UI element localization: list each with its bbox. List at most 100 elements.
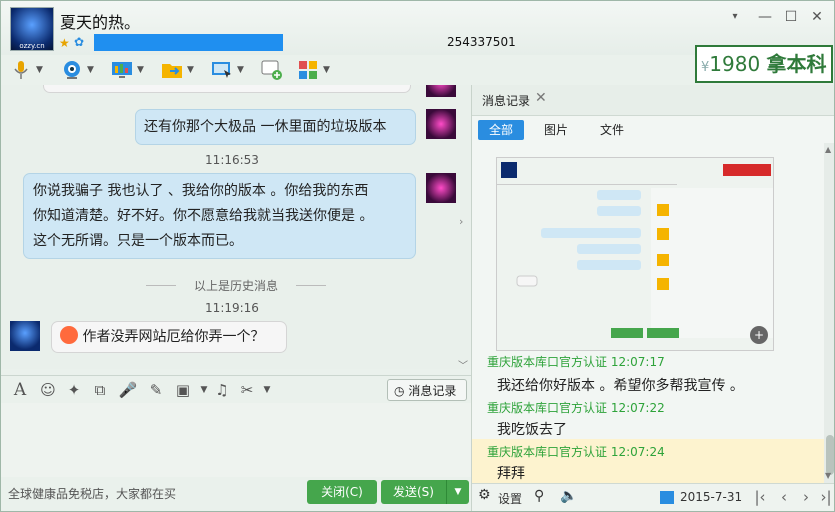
my-avatar[interactable] <box>426 109 456 139</box>
sender-name: 重庆版本库口官方认证 <box>487 355 608 369</box>
record-text: 我吃饭去了 <box>497 422 567 438</box>
chat-history[interactable]: 还有你那个大极品 一休里面的垃圾版本 11:16:53 你说我骗子 我也认了 、… <box>1 85 471 369</box>
first-page-icon[interactable]: |‹ <box>750 488 770 506</box>
footer-ad[interactable]: 全球健康品免税店，大家都在买 <box>8 485 176 502</box>
record-footer: ⚙ 设置 ⚲ 🔈 2015-7-31 |‹ ‹ › ›| <box>472 483 834 511</box>
contact-avatar[interactable]: ozzy.cn <box>10 7 54 51</box>
input-toolbar: A ☺ ✦ ⧉ 🎤 ✎ ▣ ▼ ♫ ✂ ▼ ◷ 消息记录 ▼ <box>1 375 471 419</box>
close-button[interactable]: 关闭(C) <box>307 480 377 504</box>
chevron-down-icon: ▼ <box>137 65 144 75</box>
record-date[interactable]: 2015-7-31 <box>680 490 742 504</box>
promo-number: 1980 <box>709 52 761 76</box>
maximize-icon[interactable]: ☐ <box>779 7 803 27</box>
chevron-down-icon[interactable]: ▼ <box>194 380 214 400</box>
promo-banner[interactable]: ¥1980 拿本科 <box>695 45 833 83</box>
record-tab[interactable]: 消息记录 ✕ <box>472 85 834 116</box>
record-sender: 重庆版本库口官方认证 12:07:22 <box>487 399 665 416</box>
close-icon[interactable]: ✕ <box>805 7 829 27</box>
scroll-up-icon[interactable]: ▲ <box>825 145 831 154</box>
record-filters: 全部 图片 文件 <box>472 117 834 143</box>
chat-bubble-right: 还有你那个大极品 一休里面的垃圾版本 <box>135 109 416 145</box>
contact-nickname: 夏天的热。 <box>60 13 141 32</box>
message-record-button[interactable]: ◷ 消息记录 ▼ <box>387 379 467 419</box>
contact-avatar-small[interactable] <box>10 321 40 351</box>
edit-icon[interactable]: ✎ <box>146 380 166 400</box>
sender-time: 12:07:22 <box>610 401 665 415</box>
image-icon[interactable]: ▣ <box>173 380 193 400</box>
my-avatar[interactable] <box>426 173 456 203</box>
qq-number: 254337501 <box>447 35 516 49</box>
bubble-text: 作者没弄网站厄给你弄一个？ <box>82 329 265 345</box>
record-list[interactable]: + 重庆版本库口官方认证 12:07:17 我还给你好版本 。希望你多帮我宣传 … <box>472 143 824 483</box>
remote-assist-button[interactable]: ▼ <box>211 58 244 82</box>
search-icon[interactable]: ⚲ <box>534 488 544 504</box>
video-call-button[interactable]: ▼ <box>61 58 94 82</box>
avatar-caption: ozzy.cn <box>19 42 45 50</box>
send-options-chevron-icon[interactable]: ▼ <box>446 480 469 504</box>
filter-files[interactable]: 文件 <box>592 120 632 140</box>
settings-label[interactable]: 设置 <box>498 490 522 507</box>
microphone-icon <box>10 59 32 81</box>
record-text: 拜拜 <box>497 466 525 482</box>
calendar-icon[interactable] <box>660 491 674 504</box>
send-file-button[interactable]: ▼ <box>161 58 194 82</box>
zoom-icon[interactable]: + <box>750 326 768 344</box>
next-page-icon[interactable]: › <box>796 488 816 506</box>
filter-images[interactable]: 图片 <box>536 120 576 140</box>
screenshot-icon[interactable]: ⧉ <box>90 380 110 400</box>
record-sender: 重庆版本库口官方认证 12:07:24 <box>487 443 665 460</box>
minimize-icon[interactable]: — <box>753 7 777 27</box>
sender-time: 12:07:17 <box>610 355 665 369</box>
record-tab-title: 消息记录 <box>482 94 531 108</box>
chat-bubble-clipped <box>43 85 411 93</box>
remote-desktop-icon <box>211 59 233 81</box>
music-icon[interactable]: ♫ <box>212 380 232 400</box>
chevron-down-icon: ▼ <box>187 65 194 75</box>
bubble-line: 你知道清楚。好不好。你不愿意给我就当我送你便是 。 <box>33 208 374 224</box>
signature-bar <box>94 34 283 51</box>
scroll-down-icon[interactable]: ▼ <box>825 471 831 480</box>
collapse-panel-icon[interactable]: › <box>459 215 471 245</box>
scroll-down-icon[interactable]: ﹀ <box>458 357 468 369</box>
sender-name: 重庆版本库口官方认证 <box>487 445 608 459</box>
font-icon[interactable]: A <box>10 380 30 400</box>
history-separator: 以上是历史消息 <box>146 277 326 294</box>
chevron-down-icon[interactable]: ▼ <box>257 380 277 400</box>
message-record-panel: 消息记录 ✕ 全部 图片 文件 + 重庆版本库口官方认证 12:07:17 我还… <box>471 85 834 511</box>
send-button[interactable]: 发送(S) ▼ <box>381 480 469 504</box>
feature-toolbar: ▼ ▼ ▼ ▼ ▼ ▼ <box>1 55 476 85</box>
apps-grid-icon <box>297 59 319 81</box>
record-text: 我还给你好版本 。希望你多帮我宣传 。 <box>497 378 744 394</box>
gear-icon[interactable]: ⚙ <box>478 487 491 503</box>
create-group-button[interactable] <box>261 58 283 82</box>
close-icon[interactable]: ✕ <box>535 90 547 106</box>
message-record-label: 消息记录 <box>408 384 457 398</box>
scroll-thumb[interactable] <box>826 435 834 475</box>
chevron-down-icon: ▼ <box>87 65 94 75</box>
screen-share-button[interactable]: ▼ <box>111 58 144 82</box>
apps-button[interactable]: ▼ <box>297 58 330 82</box>
image-message[interactable] <box>496 157 774 351</box>
prev-page-icon[interactable]: ‹ <box>774 488 794 506</box>
clock-icon: ◷ <box>394 384 405 398</box>
last-page-icon[interactable]: ›| <box>816 488 834 506</box>
shake-icon[interactable]: ✦ <box>64 380 84 400</box>
speaker-icon[interactable]: 🔈 <box>560 488 577 504</box>
scissors-icon[interactable]: ✂ <box>237 380 257 400</box>
chat-bubble-right: 你说我骗子 我也认了 、我给你的版本 。你给我的东西 你知道清楚。好不好。你不愿… <box>23 173 416 259</box>
sender-time: 12:07:24 <box>610 445 665 459</box>
chat-window: ozzy.cn 夏天的热。 ★ ✿ 254337501 ▾ — ☐ ✕ ▼ ▼ … <box>0 0 835 512</box>
dropdown-icon[interactable]: ▾ <box>723 7 747 27</box>
message-input[interactable] <box>1 403 471 477</box>
emoji-icon[interactable]: ☺ <box>38 380 58 400</box>
record-scrollbar[interactable]: ▲ ▼ <box>824 143 834 483</box>
add-chat-icon <box>261 59 283 81</box>
voice-call-button[interactable]: ▼ <box>10 58 43 82</box>
voice-message-icon[interactable]: 🎤 <box>118 380 138 400</box>
star-icon[interactable]: ★ <box>59 36 70 50</box>
qzone-icon[interactable]: ✿ <box>74 35 84 49</box>
my-avatar[interactable] <box>426 85 456 97</box>
angry-emoji-icon <box>60 326 78 344</box>
filter-all[interactable]: 全部 <box>478 120 524 140</box>
chat-bubble-left: 作者没弄网站厄给你弄一个？ <box>51 321 287 353</box>
